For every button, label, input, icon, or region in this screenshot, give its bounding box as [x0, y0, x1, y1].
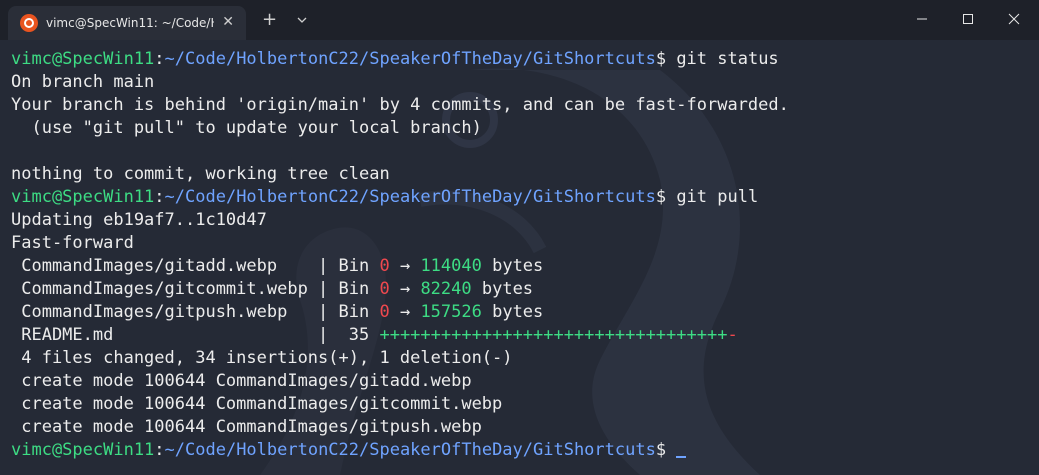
minimize-button[interactable]: [899, 0, 945, 38]
diffstat-arrow: →: [389, 279, 421, 299]
diffstat-line: README.md | 35 +++++++++++++++++++++++++…: [11, 324, 789, 347]
command-text: [666, 440, 676, 460]
title-bar: vimc@SpecWin11: ~/Code/Ho ✕ +: [0, 0, 1039, 40]
output-line: 4 files changed, 34 insertions(+), 1 del…: [11, 348, 513, 368]
diffstat-from: 0: [379, 256, 390, 276]
maximize-button[interactable]: [945, 0, 991, 38]
diffstat-arrow: →: [389, 302, 421, 322]
diffstat-from: 0: [379, 279, 390, 299]
prompt-colon: :: [154, 187, 165, 207]
ubuntu-icon: [20, 14, 38, 32]
diffstat-plus: ++++++++++++++++++++++++++++++++++: [379, 325, 728, 345]
output-line: On branch main: [11, 72, 155, 92]
prompt-symbol: $: [655, 187, 667, 207]
diffstat-sep: | 35: [318, 325, 380, 345]
prompt-path: ~/Code/HolbertonC22/SpeakerOfTheDay/GitS…: [164, 49, 656, 69]
prompt-colon: :: [154, 440, 165, 460]
diffstat-line: CommandImages/gitadd.webp | Bin 0 → 1140…: [11, 255, 789, 278]
output-line: Your branch is behind 'origin/main' by 4…: [11, 95, 789, 115]
prompt-line-1: vimc@SpecWin11:~/Code/HolbertonC22/Speak…: [11, 48, 789, 71]
prompt-user-host: vimc@SpecWin11: [11, 440, 155, 460]
output-line: create mode 100644 CommandImages/gitpush…: [11, 417, 482, 437]
terminal-tab[interactable]: vimc@SpecWin11: ~/Code/Ho ✕: [8, 6, 246, 40]
prompt-user-host: vimc@SpecWin11: [11, 49, 155, 69]
diffstat-unit: bytes: [481, 302, 544, 322]
diffstat-unit: bytes: [481, 256, 544, 276]
prompt-symbol: $: [655, 440, 667, 460]
diffstat-sep: | Bin: [318, 256, 380, 276]
prompt-path: ~/Code/HolbertonC22/SpeakerOfTheDay/GitS…: [164, 187, 656, 207]
command-text: git status: [666, 49, 779, 69]
diffstat-minus: -: [727, 325, 738, 345]
diffstat-file: README.md: [11, 325, 319, 345]
prompt-path: ~/Code/HolbertonC22/SpeakerOfTheDay/GitS…: [164, 440, 656, 460]
prompt-colon: :: [154, 49, 165, 69]
prompt-symbol: $: [655, 49, 667, 69]
terminal-pane[interactable]: vimc@SpecWin11:~/Code/HolbertonC22/Speak…: [0, 40, 1039, 475]
text-cursor: [676, 456, 687, 458]
chevron-down-icon[interactable]: [296, 12, 308, 28]
diffstat-line: CommandImages/gitpush.webp | Bin 0 → 157…: [11, 301, 789, 324]
output-line: create mode 100644 CommandImages/gitadd.…: [11, 371, 472, 391]
output-line: Updating eb19af7..1c10d47: [11, 210, 267, 230]
diffstat-to: 114040: [420, 256, 482, 276]
diffstat-sep: | Bin: [318, 279, 380, 299]
output-line: nothing to commit, working tree clean: [11, 164, 390, 184]
prompt-line-2: vimc@SpecWin11:~/Code/HolbertonC22/Speak…: [11, 186, 789, 209]
diffstat-sep: | Bin: [318, 302, 380, 322]
output-line: create mode 100644 CommandImages/gitcomm…: [11, 394, 503, 414]
diffstat-line: CommandImages/gitcommit.webp | Bin 0 → 8…: [11, 278, 789, 301]
prompt-user-host: vimc@SpecWin11: [11, 187, 155, 207]
diffstat-file: CommandImages/gitcommit.webp: [11, 279, 319, 299]
output-line: (use "git pull" to update your local bra…: [11, 118, 482, 138]
diffstat-to: 157526: [420, 302, 482, 322]
tab-close-icon[interactable]: ✕: [222, 14, 234, 30]
prompt-line-3: vimc@SpecWin11:~/Code/HolbertonC22/Speak…: [11, 439, 789, 462]
output-line: Fast-forward: [11, 233, 134, 253]
diffstat-unit: bytes: [471, 279, 534, 299]
diffstat-file: CommandImages/gitadd.webp: [11, 256, 319, 276]
diffstat-to: 82240: [420, 279, 472, 299]
close-button[interactable]: [991, 0, 1037, 38]
diffstat-file: CommandImages/gitpush.webp: [11, 302, 319, 322]
new-tab-button[interactable]: +: [262, 10, 277, 30]
command-text: git pull: [666, 187, 759, 207]
diffstat-from: 0: [379, 302, 390, 322]
tab-title: vimc@SpecWin11: ~/Code/Ho: [46, 16, 214, 30]
diffstat-arrow: →: [389, 256, 421, 276]
